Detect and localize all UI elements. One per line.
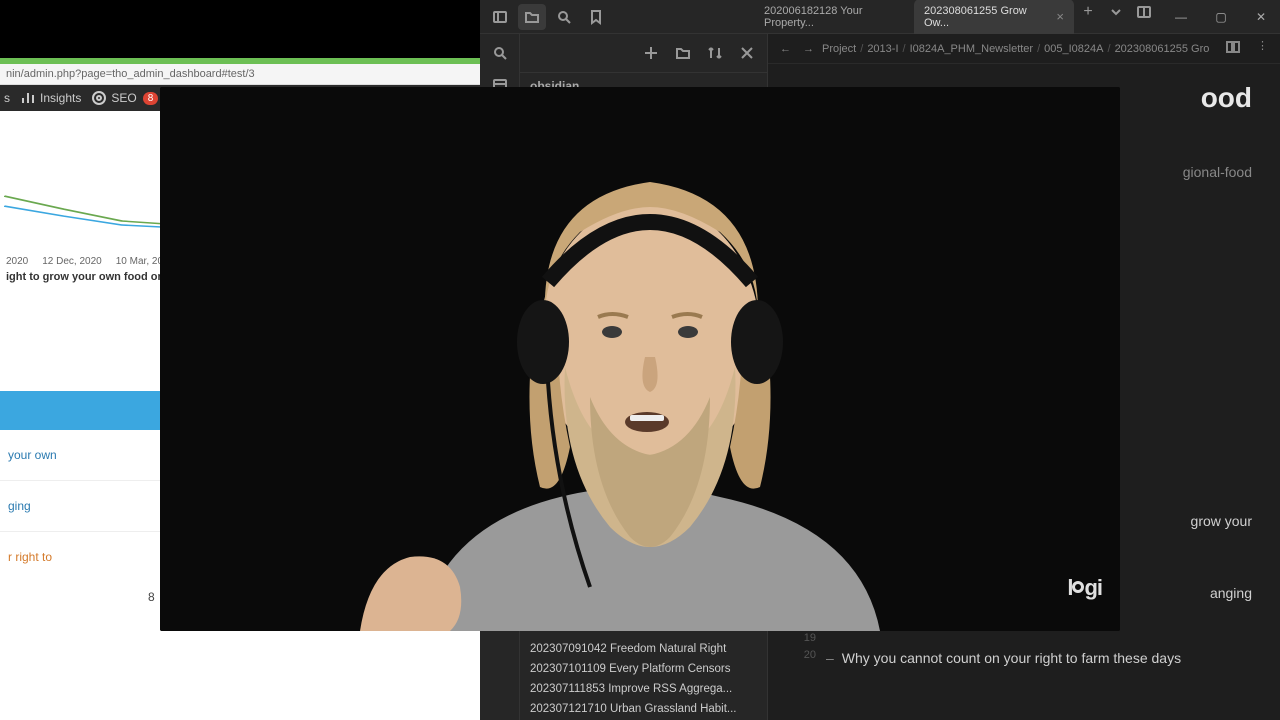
axis-tick: 2020 xyxy=(6,256,28,267)
search-icon[interactable] xyxy=(550,4,578,30)
close-button[interactable]: ✕ xyxy=(1242,2,1280,32)
breadcrumb-item[interactable]: I0824A_PHM_Newsletter xyxy=(910,43,1034,55)
target-icon xyxy=(91,90,107,106)
axis-tick: 12 Dec, 2020 xyxy=(42,256,102,267)
list-item[interactable]: 202307121710 Urban Grassland Habit... xyxy=(520,699,767,719)
nav-label: Insights xyxy=(40,91,81,105)
line-number: 20 xyxy=(796,647,826,661)
forward-icon[interactable]: → xyxy=(799,41,818,57)
bar-chart-icon xyxy=(20,90,36,106)
tab-label: 202308061255 Grow Ow... xyxy=(924,5,1050,29)
nav-label: SEO xyxy=(111,91,136,105)
list-item[interactable]: 202307101109 Every Platform Censors xyxy=(520,659,767,679)
sort-icon[interactable] xyxy=(701,40,729,66)
chevron-down-icon[interactable] xyxy=(1102,0,1130,25)
minimize-button[interactable]: — xyxy=(1162,2,1200,32)
url-bar[interactable]: nin/admin.php?page=tho_admin_dashboard#t… xyxy=(0,64,480,85)
bookmark-icon[interactable] xyxy=(582,4,610,30)
tab-label: 202006182128 Your Property... xyxy=(764,5,904,29)
obsidian-titlebar: 202006182128 Your Property... 2023080612… xyxy=(480,0,1280,34)
close-icon[interactable]: × xyxy=(1056,9,1064,24)
sidebar-toggle-icon[interactable] xyxy=(486,4,514,30)
seo-count-badge: 8 xyxy=(143,92,159,105)
breadcrumb: ← → Project/ 2013-I/ I0824A_PHM_Newslett… xyxy=(768,34,1280,64)
list-item[interactable]: 202307091042 Freedom Natural Right xyxy=(520,639,767,659)
nav-tab-seo[interactable]: SEO 8 xyxy=(91,90,158,106)
webcam-overlay: lgi xyxy=(160,87,1120,631)
split-icon[interactable] xyxy=(1130,0,1158,25)
logi-watermark: lgi xyxy=(1067,575,1102,601)
breadcrumb-item[interactable]: 2013-I xyxy=(867,43,898,55)
quick-switch-icon[interactable] xyxy=(486,40,514,66)
folder-icon[interactable] xyxy=(518,4,546,30)
new-tab-icon[interactable]: + xyxy=(1074,0,1102,25)
tab-grow-own[interactable]: 202308061255 Grow Ow... × xyxy=(914,0,1074,35)
reading-mode-icon[interactable] xyxy=(1221,37,1245,60)
maximize-button[interactable]: ▢ xyxy=(1202,2,1240,32)
extra-col2: 8 xyxy=(148,590,155,604)
new-folder-icon[interactable] xyxy=(669,40,697,66)
back-icon[interactable]: ← xyxy=(776,41,795,57)
editor-line: –Why you cannot count on your right to f… xyxy=(826,647,1252,669)
more-icon[interactable]: ⋮ xyxy=(1253,37,1272,60)
new-note-icon[interactable] xyxy=(637,40,665,66)
nav-label: s xyxy=(4,91,10,105)
nav-tab-insights[interactable]: Insights xyxy=(20,90,81,106)
browser-titlebar xyxy=(0,0,480,58)
breadcrumb-item[interactable]: 005_I0824A xyxy=(1044,43,1103,55)
tab-bar: 202006182128 Your Property... 2023080612… xyxy=(616,0,1162,35)
window-controls: — ▢ ✕ xyxy=(1162,2,1280,32)
breadcrumb-item[interactable]: Project xyxy=(822,43,856,55)
person-illustration xyxy=(160,87,1120,631)
bullet-icon: – xyxy=(826,650,834,666)
tab-property[interactable]: 202006182128 Your Property... xyxy=(754,0,914,35)
collapse-icon[interactable] xyxy=(733,40,761,66)
nav-tab-s[interactable]: s xyxy=(4,91,10,105)
line-number: 19 xyxy=(796,630,826,644)
list-item[interactable]: 202307111853 Improve RSS Aggrega... xyxy=(520,679,767,699)
breadcrumb-item[interactable]: 202308061255 Gro xyxy=(1115,43,1210,55)
